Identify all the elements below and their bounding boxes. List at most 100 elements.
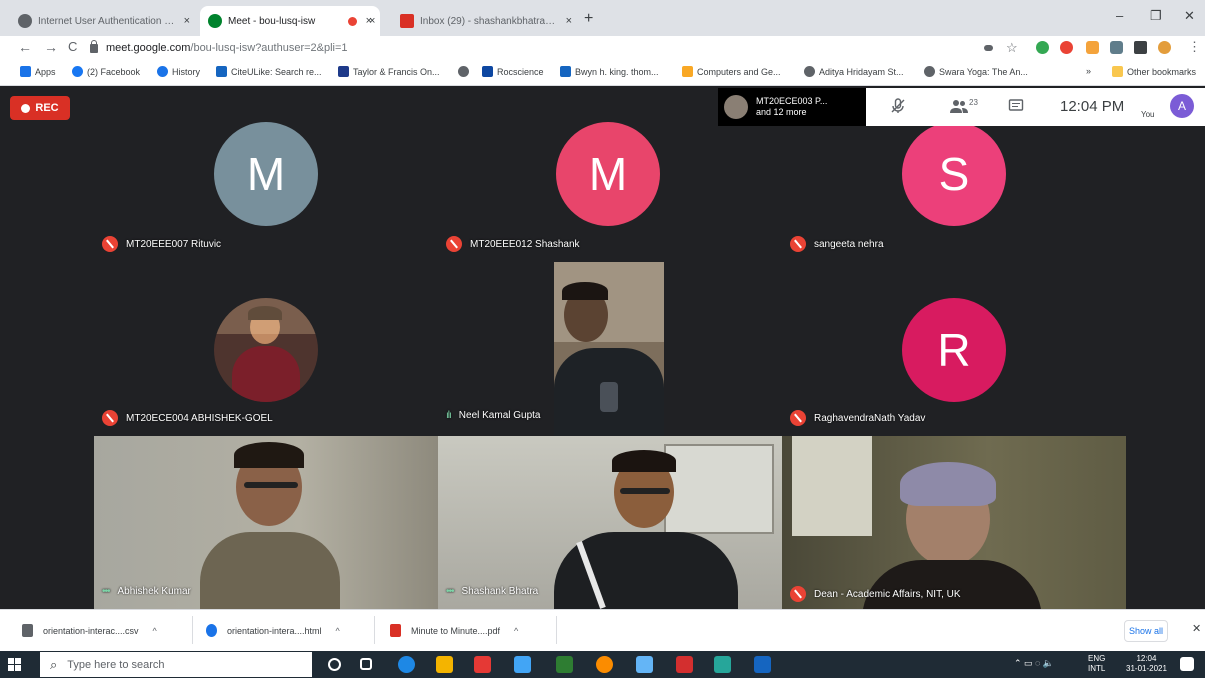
app-icon[interactable]	[714, 656, 731, 673]
bookmark-label: CiteULike: Search re...	[231, 66, 322, 77]
bookmark-taylor-francis[interactable]: Taylor & Francis On...	[338, 66, 440, 77]
new-tab-button[interactable]: +	[584, 10, 593, 28]
chevron-up-icon[interactable]: ^	[153, 626, 157, 636]
chevron-up-icon[interactable]: ^	[336, 626, 340, 636]
close-window-button[interactable]: ✕	[1184, 8, 1195, 24]
address-bar[interactable]: meet.google.com /bou-lusq-isw?authuser=2…	[90, 38, 970, 58]
language-indicator[interactable]: ENG INTL	[1088, 654, 1105, 674]
people-count: 23	[969, 98, 978, 107]
other-bookmarks[interactable]: Other bookmarks	[1112, 66, 1196, 77]
edge-icon[interactable]	[398, 656, 415, 673]
extension-grey-icon[interactable]	[1110, 41, 1123, 54]
participant-tile[interactable]: ••• Shashank Bhatra	[438, 436, 782, 609]
chrome-icon[interactable]	[596, 656, 613, 673]
self-avatar[interactable]: A	[1170, 94, 1194, 118]
tab-label: Inbox (29) - shashankbhatra991c	[420, 15, 560, 27]
participant-name: RaghavendraNath Yadav	[814, 412, 926, 424]
tab-gmail[interactable]: Inbox (29) - shashankbhatra991c ×	[392, 6, 580, 36]
download-label: orientation-intera....html	[227, 625, 322, 636]
bookmark-swara-yoga[interactable]: Swara Yoga: The An...	[924, 66, 1028, 77]
gmail-icon	[400, 14, 414, 28]
profile-avatar-icon[interactable]	[1158, 41, 1171, 54]
close-download-bar-button[interactable]: ✕	[1192, 622, 1201, 635]
pdf-file-icon	[390, 624, 401, 637]
participant-tile[interactable]: MT20ECE004 ABHISHEK-GOEL	[94, 262, 438, 436]
participant-name: Dean - Academic Affairs, NIT, UK	[814, 588, 961, 600]
tab-close-icon[interactable]: ×	[184, 15, 190, 27]
mic-off-icon[interactable]	[890, 98, 906, 117]
participant-name: MT20EEE007 Rituvic	[126, 238, 222, 250]
taskbar-search-input[interactable]: ⌕ Type here to search	[40, 652, 312, 677]
bookmark-label: Apps	[35, 66, 56, 77]
folder-icon	[1112, 66, 1123, 77]
participant-tile[interactable]: R RaghavendraNath Yadav	[782, 262, 1126, 436]
app-icon[interactable]	[636, 656, 653, 673]
menu-icon[interactable]: ⋮	[1188, 39, 1201, 55]
chat-icon[interactable]	[1008, 98, 1024, 117]
participant-name-label: ••• Shashank Bhatra	[446, 586, 538, 597]
mic-off-icon	[102, 410, 118, 426]
extension-orange-icon[interactable]	[1086, 41, 1099, 54]
minimize-button[interactable]: –	[1116, 8, 1123, 23]
back-button[interactable]: ←	[18, 39, 32, 55]
bookmark-rocscience[interactable]: Rocscience	[482, 66, 544, 77]
system-tray-icons[interactable]: ⌃ ▭ ◌ 🔈	[1014, 658, 1054, 669]
participant-tile[interactable]: Dean - Academic Affairs, NIT, UK	[782, 436, 1126, 609]
forward-button[interactable]: →	[44, 39, 58, 55]
maximize-button[interactable]: ❐	[1150, 8, 1162, 24]
file-explorer-icon[interactable]	[436, 656, 453, 673]
bookmark-citeulike[interactable]: CiteULike: Search re...	[216, 66, 322, 77]
bookmark-history[interactable]: History	[157, 66, 200, 77]
notifications-icon[interactable]	[1180, 657, 1194, 671]
camera-icon[interactable]	[984, 45, 993, 51]
speaking-indicator-icon: ılı	[446, 410, 452, 421]
participant-tile[interactable]: M MT20EEE007 Rituvic	[94, 86, 438, 262]
participant-video	[554, 262, 664, 436]
citeulike-icon	[216, 66, 227, 77]
download-item-pdf[interactable]: Minute to Minute....pdf ^	[390, 624, 518, 637]
app-icon[interactable]	[474, 656, 491, 673]
windows-start-icon[interactable]	[8, 658, 21, 671]
cortana-icon[interactable]	[328, 658, 341, 671]
download-item-html[interactable]: orientation-intera....html ^	[206, 624, 340, 637]
bookmark-apps[interactable]: Apps	[20, 66, 56, 77]
taskbar-clock[interactable]: 12:04 31-01-2021	[1126, 654, 1167, 674]
mic-off-icon	[790, 410, 806, 426]
participant-tile[interactable]: ılı Neel Kamal Gupta	[438, 262, 782, 436]
chevron-up-icon[interactable]: ^	[514, 626, 518, 636]
recording-icon	[348, 16, 357, 26]
tab-close-icon[interactable]: ×	[369, 15, 375, 27]
download-item-csv[interactable]: orientation-interac....csv ^	[22, 624, 157, 637]
bookmark-bwyn[interactable]: Bwyn h. king. thom...	[560, 66, 659, 77]
extension-red-icon[interactable]	[1060, 41, 1073, 54]
excel-icon[interactable]	[556, 656, 573, 673]
participant-thumbnail	[724, 95, 748, 119]
extensions-puzzle-icon[interactable]	[1134, 41, 1147, 54]
tab-internet-auth[interactable]: Internet User Authentication Por ×	[10, 6, 198, 36]
linkedin-icon	[560, 66, 571, 77]
tab-recording[interactable]: ×	[340, 6, 388, 36]
people-button[interactable]: 23	[950, 98, 978, 114]
participant-tile[interactable]: ••• Abhishek Kumar	[94, 436, 438, 609]
mail-icon[interactable]	[514, 656, 531, 673]
reload-button[interactable]: C	[68, 39, 77, 54]
hidden-participants-text: MT20ECE003 P... and 12 more	[756, 96, 827, 118]
bookmark-facebook[interactable]: (2) Facebook	[72, 66, 140, 77]
extension-green-icon[interactable]	[1036, 41, 1049, 54]
participant-name-label: sangeeta nehra	[790, 236, 884, 252]
acrobat-icon[interactable]	[676, 656, 693, 673]
bookmark-label: Other bookmarks	[1127, 66, 1197, 77]
bookmark-aditya[interactable]: Aditya Hridayam St...	[804, 66, 904, 77]
divider	[192, 616, 193, 644]
bookmarks-overflow-button[interactable]: »	[1086, 66, 1091, 76]
meet-top-controls: 23 12:04 PM You A	[866, 88, 1205, 126]
hidden-participants-chip[interactable]: MT20ECE003 P... and 12 more	[718, 88, 866, 126]
participant-name-label: MT20ECE004 ABHISHEK-GOEL	[102, 410, 273, 426]
word-icon[interactable]	[754, 656, 771, 673]
bookmark-globe[interactable]	[458, 66, 473, 77]
bookmark-computers-ge[interactable]: Computers and Ge...	[682, 66, 781, 77]
show-all-downloads-button[interactable]: Show all	[1124, 620, 1168, 642]
tab-close-icon[interactable]: ×	[566, 15, 572, 27]
bookmark-star-icon[interactable]: ☆	[1006, 40, 1018, 56]
task-view-icon[interactable]	[360, 658, 372, 670]
